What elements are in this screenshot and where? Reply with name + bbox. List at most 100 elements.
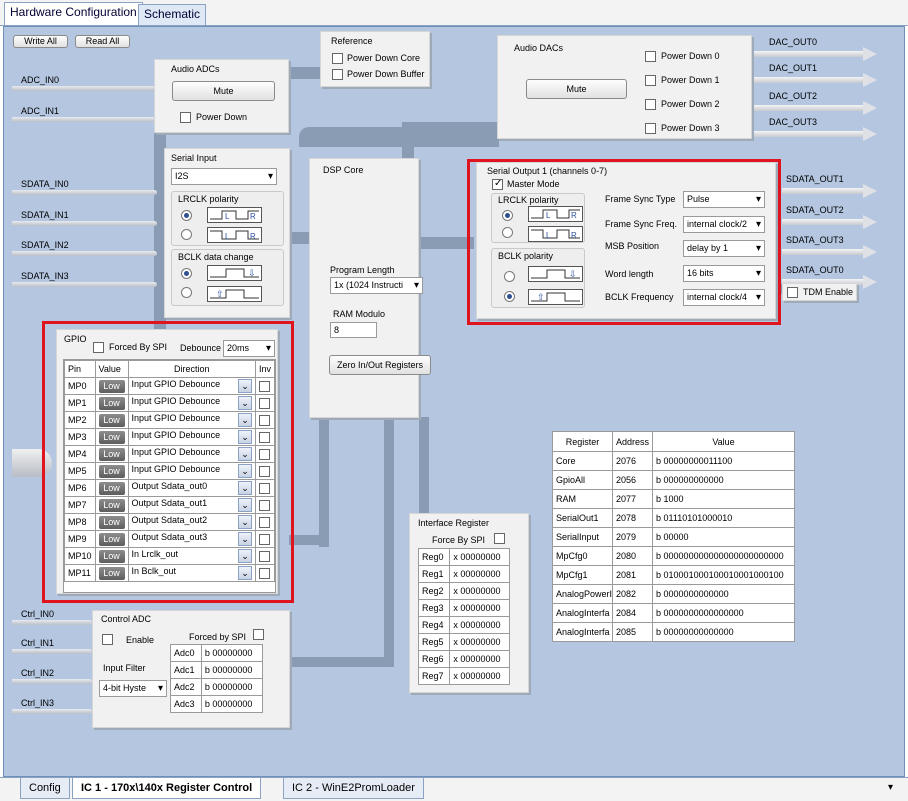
interface-register-row: Reg0 x 00000000 [417, 548, 510, 566]
gpio-highlight [42, 321, 294, 603]
bclk-rising-radio[interactable] [181, 268, 192, 279]
power-down-buffer-label: Power Down Buffer [347, 69, 425, 79]
serial-input-format-select[interactable]: I2S [171, 168, 277, 185]
dsp-core-panel: DSP Core Program Length 1x (1024 Instruc… [309, 158, 431, 418]
dac-out1-label: DAC_OUT1 [769, 63, 818, 73]
pipe [289, 535, 329, 545]
register-row[interactable]: RAM 2077 b 1000 [552, 489, 795, 509]
tab-schematic[interactable]: Schematic [138, 4, 207, 25]
tab-hardware-configuration[interactable]: Hardware Configuration [4, 2, 143, 25]
register-name: SerialOut1 [552, 508, 613, 528]
audio-adcs-title: Audio ADCs [171, 64, 220, 74]
adc-name: Adc2 [170, 678, 202, 696]
register-row[interactable]: SerialOut1 2078 b 01110101000010 [552, 508, 795, 528]
adc-power-down-checkbox[interactable] [180, 112, 191, 123]
bclk-falling-radio[interactable] [181, 287, 192, 298]
interface-register-value[interactable]: x 00000000 [449, 616, 510, 634]
interface-register-value[interactable]: x 00000000 [449, 548, 510, 566]
register-row[interactable]: MpCfg1 2081 b 010001000100010001000100 [552, 565, 795, 585]
top-tab-bar: Hardware Configuration Schematic [0, 0, 908, 26]
interface-register-value[interactable]: x 00000000 [449, 650, 510, 668]
interface-register-name: Reg3 [417, 599, 451, 617]
dac-power-down1-checkbox[interactable] [645, 75, 656, 86]
ram-modulo-input[interactable]: 8 [330, 322, 377, 338]
tab-overflow-icon[interactable]: ▾ [888, 782, 893, 793]
adc-value[interactable]: b 00000000 [200, 678, 264, 696]
register-row[interactable]: AnalogInterfa 2084 b 0000000000000000 [552, 603, 795, 623]
interface-register-name: Reg1 [417, 565, 451, 583]
sdata-in3-signal: SDATA_IN3 [12, 271, 157, 291]
serial-input-lrclk-label: LRCLK polarity [178, 194, 239, 204]
tdm-enable-group: TDM Enable [782, 283, 857, 301]
read-all-button[interactable]: Read All [75, 35, 130, 48]
pipe [289, 232, 311, 244]
dac-mute-button[interactable]: Mute [526, 79, 627, 99]
tab-ic2-wine2promloader[interactable]: IC 2 - WinE2PromLoader [283, 778, 424, 799]
adc-value[interactable]: b 00000000 [200, 695, 264, 713]
dac-power-down2-label: Power Down 2 [661, 99, 720, 109]
interface-register-value[interactable]: x 00000000 [449, 582, 510, 600]
tab-config[interactable]: Config [20, 778, 70, 799]
register-value: b 1000 [652, 489, 795, 509]
control-adc-forced-label: Forced by SPI [189, 632, 247, 642]
program-length-select[interactable]: 1x (1024 Instructi [330, 277, 423, 294]
svg-text:⇧: ⇧ [216, 289, 224, 299]
register-row[interactable]: SerialInput 2079 b 00000 [552, 527, 795, 547]
dac-power-down0-checkbox[interactable] [645, 51, 656, 62]
register-name: MpCfg0 [552, 546, 613, 566]
register-address: 2081 [611, 565, 654, 585]
register-row[interactable]: Core 2076 b 00000000011100 [552, 451, 795, 471]
power-down-buffer-checkbox[interactable] [332, 69, 343, 80]
control-adc-enable-checkbox[interactable] [102, 634, 113, 645]
interface-forced-checkbox[interactable] [494, 533, 505, 544]
adc-value[interactable]: b 00000000 [200, 644, 264, 662]
register-row[interactable]: AnalogPowerI 2082 b 0000000000000 [552, 584, 795, 604]
power-down-core-checkbox[interactable] [332, 53, 343, 64]
control-adc-forced-checkbox[interactable] [253, 629, 264, 640]
register-row[interactable]: GpioAll 2056 b 000000000000 [552, 470, 795, 490]
tab-ic1-register-control[interactable]: IC 1 - 170x\140x Register Control [72, 778, 262, 799]
register-col-address: Address [611, 431, 654, 452]
input-filter-select[interactable]: 4-bit Hyste [99, 680, 167, 697]
tdm-enable-checkbox[interactable] [787, 287, 798, 298]
register-row[interactable]: MpCfg0 2080 b 000000000000000000000000 [552, 546, 795, 566]
interface-register-row: Reg2 x 00000000 [417, 582, 510, 600]
svg-text:L: L [225, 212, 230, 221]
control-adc-enable-label: Enable [126, 635, 155, 645]
register-value: b 0000000000000000 [652, 603, 795, 623]
interface-register-value[interactable]: x 00000000 [449, 599, 510, 617]
interface-register-row: Reg6 x 00000000 [417, 650, 510, 668]
register-row[interactable]: AnalogInterfa 2085 b 00000000000000 [552, 622, 795, 642]
interface-register-value[interactable]: x 00000000 [449, 565, 510, 583]
adc-value[interactable]: b 00000000 [200, 661, 264, 679]
serial-input-bclk-group: BCLK data change ⇩ ⇧ [171, 249, 284, 306]
adc-in0-signal: ADC_IN0 [12, 75, 157, 95]
register-value: b 000000000000 [652, 470, 795, 490]
bottom-tab-bar: Config IC 1 - 170x\140x Register Control… [0, 777, 908, 801]
interface-register-value[interactable]: x 00000000 [449, 633, 510, 651]
ctrl-in1-label: Ctrl_IN1 [21, 638, 55, 648]
interface-register-value[interactable]: x 00000000 [449, 667, 510, 685]
adc-mute-button[interactable]: Mute [172, 81, 275, 101]
interface-register-name: Reg2 [417, 582, 451, 600]
sdata-in1-signal: SDATA_IN1 [12, 210, 157, 230]
register-name: Core [552, 451, 613, 471]
dac-power-down2-checkbox[interactable] [645, 99, 656, 110]
adc-in1-signal: ADC_IN1 [12, 106, 157, 126]
serial-input-lrclk-inverted-radio[interactable] [181, 229, 192, 240]
ram-modulo-label: RAM Modulo [333, 309, 386, 319]
register-col-register: Register [552, 431, 613, 452]
power-down-core-label: Power Down Core [347, 53, 421, 63]
serial-input-lrclk-normal-radio[interactable] [181, 210, 192, 221]
pipe [419, 237, 474, 249]
adc-in1-label: ADC_IN1 [21, 106, 60, 116]
dac-power-down3-checkbox[interactable] [645, 123, 656, 134]
register-name: SerialInput [552, 527, 613, 547]
write-all-button[interactable]: Write All [13, 35, 68, 48]
lrclk-waveform-icon: LR [207, 207, 262, 223]
adc-name: Adc1 [170, 661, 202, 679]
zero-in-out-registers-button[interactable]: Zero In/Out Registers [329, 355, 431, 375]
register-value: b 0000000000000 [652, 584, 795, 604]
dac-power-down0-label: Power Down 0 [661, 51, 720, 61]
hardware-canvas: Write All Read All ADC_IN0 ADC_IN1 SDATA… [3, 26, 905, 777]
